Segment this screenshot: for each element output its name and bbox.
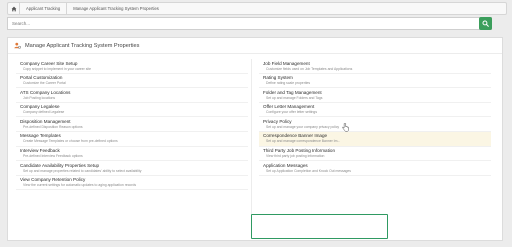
list-item-application-messages[interactable]: Application Messages Set up Application … bbox=[259, 161, 491, 176]
settings-people-icon bbox=[14, 42, 21, 49]
panel-title: Manage Applicant Tracking System Propert… bbox=[25, 42, 140, 49]
selection-highlight bbox=[251, 214, 388, 239]
item-description: Job Posting locations bbox=[23, 95, 56, 100]
list-item-ats-company-locations[interactable]: ATS Company Locations Job Posting locati… bbox=[16, 88, 248, 103]
column-divider bbox=[251, 59, 252, 237]
list-item-third-party-job-posting-information[interactable]: Third Party Job Posting Information View… bbox=[259, 147, 491, 162]
item-description: Customize the Career Portal bbox=[23, 81, 66, 86]
list-item-offer-letter-management[interactable]: Offer Letter Management Configure your o… bbox=[259, 103, 491, 118]
list-item-disposition-management[interactable]: Disposition Management Pre-defined Dispo… bbox=[16, 117, 248, 132]
list-item-privacy-policy[interactable]: Privacy Policy Set up and manage your co… bbox=[259, 117, 491, 132]
item-description: View third party job posting information bbox=[266, 154, 325, 159]
item-description: Pre-defined Disposition Reason options bbox=[23, 124, 83, 129]
item-description: Configure your offer letter settings bbox=[266, 110, 318, 115]
item-description: Set up Application Completion and Knock … bbox=[266, 168, 352, 173]
item-description: Create Message Templates or choose from … bbox=[23, 139, 118, 144]
item-description: Set up and manage your company privacy p… bbox=[266, 124, 340, 129]
item-description: Set up and manage properties related to … bbox=[23, 168, 142, 173]
list-item-rating-system[interactable]: Rating System Define rating scale proper… bbox=[259, 74, 491, 89]
hand-cursor-icon bbox=[342, 123, 349, 132]
breadcrumb-current-page: Manage Applicant Tracking System Propert… bbox=[73, 6, 159, 11]
item-description: Pre-defined Interview Feedback options bbox=[23, 154, 83, 159]
list-item-job-field-management[interactable]: Job Field Management Customize fields us… bbox=[259, 59, 491, 74]
list-item-candidate-availability-properties-setup[interactable]: Candidate Availability Properties Setup … bbox=[16, 161, 248, 176]
search-button[interactable] bbox=[479, 17, 492, 30]
search-icon bbox=[482, 20, 489, 27]
list-item-interview-feedback[interactable]: Interview Feedback Pre-defined Interview… bbox=[16, 147, 248, 162]
item-description: Customize fields used on Job Templates a… bbox=[266, 66, 353, 71]
search-input[interactable] bbox=[7, 17, 492, 30]
list-item-view-company-retention-policy[interactable]: View Company Retention Policy View the c… bbox=[16, 176, 248, 191]
item-description: Copy snippet to implement in your career… bbox=[23, 66, 92, 71]
list-item-portal-customization[interactable]: Portal Customization Customize the Caree… bbox=[16, 74, 248, 89]
item-description: Set up and manage Folders and Tags bbox=[266, 95, 323, 100]
item-description: View the current settings for automatic … bbox=[23, 183, 137, 188]
breadcrumb: Applicant Tracking Manage Applicant Trac… bbox=[7, 2, 507, 15]
panel-header: Manage Applicant Tracking System Propert… bbox=[8, 38, 502, 54]
list-item-correspondence-banner-image[interactable]: Correspondence Banner Image Set up and m… bbox=[259, 131, 491, 147]
item-description: Set up and manage correspondence Banner … bbox=[266, 139, 341, 144]
left-column: Company Career Site Setup Copy snippet t… bbox=[16, 59, 248, 191]
item-description: Define rating scale properties bbox=[266, 81, 311, 86]
home-icon[interactable] bbox=[8, 3, 20, 14]
right-column: Job Field Management Customize fields us… bbox=[259, 59, 491, 176]
list-item-message-templates[interactable]: Message Templates Create Message Templat… bbox=[16, 132, 248, 147]
list-item-folder-and-tag-management[interactable]: Folder and Tag Management Set up and man… bbox=[259, 88, 491, 103]
list-item-company-legalese[interactable]: Company Legalese Company defined Legales… bbox=[16, 103, 248, 118]
breadcrumb-applicant-tracking[interactable]: Applicant Tracking bbox=[20, 3, 68, 14]
list-item-company-career-site-setup[interactable]: Company Career Site Setup Copy snippet t… bbox=[16, 59, 248, 74]
item-description: Company defined Legalese bbox=[23, 110, 65, 115]
properties-panel: Manage Applicant Tracking System Propert… bbox=[7, 37, 503, 241]
